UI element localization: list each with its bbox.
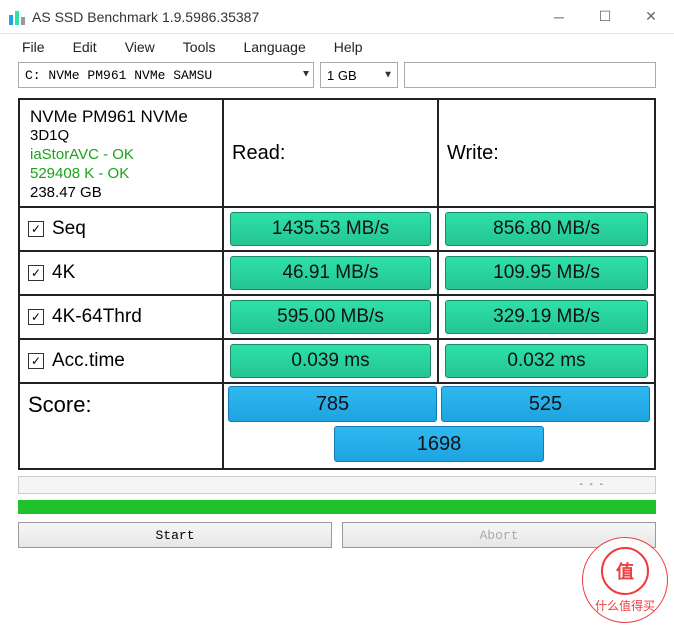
app-icon <box>8 8 26 26</box>
4k64-read-value: 595.00 MB/s <box>230 300 431 334</box>
4k-read-value: 46.91 MB/s <box>230 256 431 290</box>
4k-checkbox[interactable]: ✓ <box>28 265 44 281</box>
acc-checkbox[interactable]: ✓ <box>28 353 44 369</box>
test-row-4k: ✓ 4K <box>20 252 224 296</box>
progress-indicator: - - - <box>579 479 605 490</box>
menu-edit[interactable]: Edit <box>73 39 97 55</box>
menu-file[interactable]: File <box>22 39 45 55</box>
progress-fill <box>18 500 656 514</box>
window-title: AS SSD Benchmark 1.9.5986.35387 <box>32 9 259 25</box>
close-button[interactable]: ✕ <box>628 0 674 34</box>
menubar: File Edit View Tools Language Help <box>0 34 674 60</box>
drive-select[interactable]: C: NVMe PM961 NVMe SAMSU ▼ <box>18 62 314 88</box>
acc-write-value: 0.032 ms <box>445 344 648 378</box>
minimize-button[interactable]: ─ <box>536 0 582 34</box>
drive-name: NVMe PM961 NVMe <box>30 106 212 127</box>
drive-driver-status: iaStorAVC - OK <box>30 146 212 165</box>
4k-label: 4K <box>52 262 75 284</box>
results-panel: NVMe PM961 NVMe 3D1Q iaStorAVC - OK 5294… <box>18 98 656 470</box>
drive-info-cell: NVMe PM961 NVMe 3D1Q iaStorAVC - OK 5294… <box>20 100 224 208</box>
menu-help[interactable]: Help <box>334 39 363 55</box>
titlebar: AS SSD Benchmark 1.9.5986.35387 ─ ☐ ✕ <box>0 0 674 34</box>
watermark-badge: 值 什么值得买 <box>582 537 668 623</box>
acc-read-value: 0.039 ms <box>230 344 431 378</box>
text-input[interactable] <box>404 62 656 88</box>
menu-language[interactable]: Language <box>243 39 305 55</box>
acc-label: Acc.time <box>52 350 125 372</box>
write-header: Write: <box>439 100 654 208</box>
score-cell: 785 525 1698 <box>224 384 654 468</box>
4k64-label: 4K-64Thrd <box>52 306 142 328</box>
test-row-4k64: ✓ 4K-64Thrd <box>20 296 224 340</box>
seq-write-value: 856.80 MB/s <box>445 212 648 246</box>
4k64-checkbox[interactable]: ✓ <box>28 309 44 325</box>
maximize-button[interactable]: ☐ <box>582 0 628 34</box>
menu-tools[interactable]: Tools <box>183 39 216 55</box>
progress-bar: - - - <box>18 476 656 494</box>
score-total: 1698 <box>334 426 544 462</box>
size-select[interactable]: 1 GB ▼ <box>320 62 398 88</box>
read-header: Read: <box>224 100 439 208</box>
test-row-acc: ✓ Acc.time <box>20 340 224 384</box>
start-button[interactable]: Start <box>18 522 332 548</box>
test-row-seq: ✓ Seq <box>20 208 224 252</box>
button-row: Start Abort <box>18 522 656 548</box>
size-select-value: 1 GB <box>327 68 357 83</box>
drive-select-value: C: NVMe PM961 NVMe SAMSU <box>25 68 212 83</box>
score-read: 785 <box>228 386 437 422</box>
chevron-down-icon: ▼ <box>383 70 393 81</box>
4k64-write-value: 329.19 MB/s <box>445 300 648 334</box>
menu-view[interactable]: View <box>125 39 155 55</box>
drive-firmware: 3D1Q <box>30 127 212 146</box>
watermark-char: 值 <box>601 547 649 595</box>
score-label: Score: <box>20 384 224 468</box>
seq-checkbox[interactable]: ✓ <box>28 221 44 237</box>
toolbar: C: NVMe PM961 NVMe SAMSU ▼ 1 GB ▼ <box>0 60 674 90</box>
drive-capacity: 238.47 GB <box>30 184 212 203</box>
seq-label: Seq <box>52 218 86 240</box>
score-write: 525 <box>441 386 650 422</box>
chevron-down-icon: ▼ <box>303 70 309 81</box>
drive-alignment-status: 529408 K - OK <box>30 165 212 184</box>
watermark-text: 什么值得买 <box>595 597 655 614</box>
seq-read-value: 1435.53 MB/s <box>230 212 431 246</box>
4k-write-value: 109.95 MB/s <box>445 256 648 290</box>
